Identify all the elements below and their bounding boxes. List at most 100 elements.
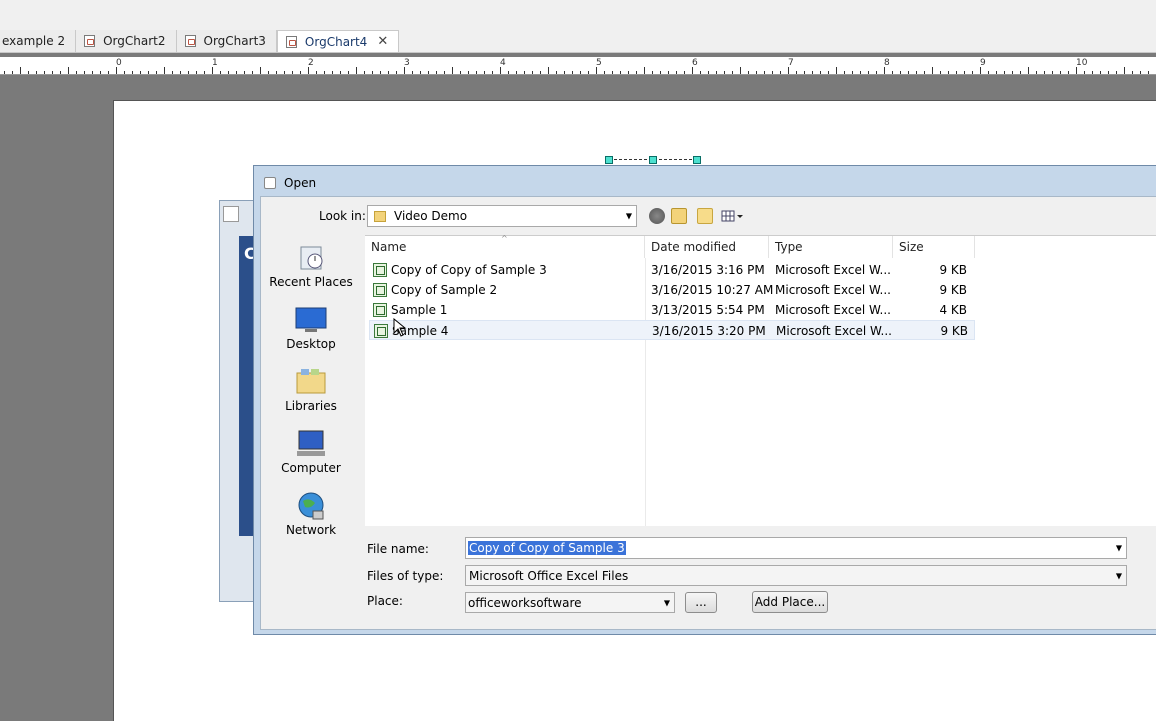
tab-orgchart3[interactable]: OrgChart3 <box>176 30 277 52</box>
ruler-tick <box>980 67 981 74</box>
tab-label: OrgChart3 <box>203 34 266 48</box>
ruler-tick <box>1132 71 1133 74</box>
ruler-tick <box>220 71 221 74</box>
file-row[interactable]: Sample 1 3/13/2015 5:54 PM Microsoft Exc… <box>369 300 975 320</box>
ruler-tick <box>652 71 653 74</box>
ruler-tick <box>316 71 317 74</box>
ruler-tick <box>508 71 509 74</box>
place-libraries[interactable]: Libraries <box>265 367 357 413</box>
ruler-tick <box>1100 71 1101 74</box>
place-value: officeworksoftware <box>468 595 582 610</box>
close-tab-icon[interactable]: ✕ <box>377 34 388 49</box>
look-in-label: Look in: <box>319 209 366 223</box>
ruler-tick <box>1036 71 1037 74</box>
ruler-tick <box>524 71 525 74</box>
dialog-icon <box>264 177 276 189</box>
ruler-tick <box>860 71 861 74</box>
ruler-tick <box>20 67 21 74</box>
ruler-tick <box>308 67 309 74</box>
ruler-tick <box>124 71 125 74</box>
tab-label: OrgChart4 <box>304 34 368 49</box>
ruler-tick <box>612 71 613 74</box>
ruler-tick <box>756 71 757 74</box>
place-network[interactable]: Network <box>265 491 357 537</box>
ruler-tick <box>804 71 805 74</box>
ruler-tick <box>436 71 437 74</box>
ruler-tick <box>628 71 629 74</box>
browse-place-button[interactable]: ... <box>685 592 717 613</box>
column-header-type[interactable]: Type <box>769 236 893 258</box>
view-menu-icon[interactable] <box>721 208 745 224</box>
tab-example-2[interactable]: example 2 <box>0 30 77 52</box>
dialog-title-bar[interactable]: Open <box>264 176 316 190</box>
tab-orgchart4[interactable]: OrgChart4 ✕ <box>276 30 400 52</box>
place-label: Recent Places <box>269 275 353 289</box>
files-of-type-dropdown[interactable]: Microsoft Office Excel Files ▼ <box>465 565 1127 586</box>
selection-handle[interactable] <box>605 156 613 164</box>
ruler-tick <box>420 71 421 74</box>
ruler-number: 7 <box>788 58 794 68</box>
ruler-tick <box>276 71 277 74</box>
chevron-down-icon: ▼ <box>625 211 632 221</box>
ruler-tick <box>164 67 165 74</box>
ruler-tick <box>916 71 917 74</box>
files-of-type-label: Files of type: <box>367 569 444 583</box>
window-icon <box>223 206 239 222</box>
ruler-tick <box>604 71 605 74</box>
add-place-button[interactable]: Add Place... <box>752 591 828 613</box>
ruler-tick <box>148 71 149 74</box>
selection-handle[interactable] <box>649 156 657 164</box>
file-row[interactable]: Copy of Copy of Sample 3 3/16/2015 3:16 … <box>369 260 975 280</box>
ruler-tick <box>588 71 589 74</box>
file-list[interactable]: Name ^ Date modified Type Size Copy of C… <box>365 234 1156 526</box>
up-folder-icon[interactable] <box>671 208 687 224</box>
ruler-tick <box>556 71 557 74</box>
tab-orgchart2[interactable]: OrgChart2 <box>76 30 177 52</box>
ruler-tick <box>476 71 477 74</box>
tab-label: example 2 <box>2 34 66 48</box>
ruler-tick <box>924 71 925 74</box>
excel-file-icon <box>373 263 387 277</box>
column-header-size[interactable]: Size <box>893 236 975 258</box>
ruler-tick <box>644 67 645 74</box>
file-name-field[interactable]: Copy of Copy of Sample 3 ▼ <box>465 537 1127 559</box>
ruler-tick <box>84 71 85 74</box>
ruler-tick <box>36 71 37 74</box>
ruler-tick <box>548 67 549 74</box>
dialog-body: Look in: Video Demo ▼ Recent Places Desk… <box>260 196 1156 630</box>
ruler-tick <box>388 71 389 74</box>
ruler-tick <box>1084 71 1085 74</box>
place-computer[interactable]: Computer <box>265 429 357 475</box>
look-in-dropdown[interactable]: Video Demo ▼ <box>367 205 637 227</box>
place-dropdown[interactable]: officeworksoftware ▼ <box>465 592 675 613</box>
ruler-tick <box>788 67 789 74</box>
new-folder-icon[interactable] <box>697 208 713 224</box>
selection-handle[interactable] <box>693 156 701 164</box>
horizontal-ruler[interactable]: 0 1 2 3 4 5 6 7 8 9 10 <box>0 57 1156 75</box>
back-icon[interactable] <box>649 208 665 224</box>
place-desktop[interactable]: Desktop <box>265 305 357 351</box>
ruler-tick <box>1068 71 1069 74</box>
place-label: Desktop <box>286 337 336 351</box>
ruler-number: 0 <box>116 58 122 68</box>
file-row[interactable]: Sample 4 3/16/2015 3:20 PM Microsoft Exc… <box>369 320 975 340</box>
ruler-tick <box>12 71 13 74</box>
ruler-tick <box>484 71 485 74</box>
ruler-tick <box>620 71 621 74</box>
ruler-tick <box>516 71 517 74</box>
ruler-tick <box>708 71 709 74</box>
place-recent-places[interactable]: Recent Places <box>265 243 357 289</box>
excel-file-icon <box>374 324 388 338</box>
ruler-tick <box>108 71 109 74</box>
open-dialog: Open Look in: Video Demo ▼ Recent Places <box>253 165 1156 635</box>
dialog-title: Open <box>284 176 317 190</box>
ruler-tick <box>964 71 965 74</box>
place-label: Network <box>285 523 337 537</box>
file-row[interactable]: Copy of Sample 2 3/16/2015 10:27 AM Micr… <box>369 280 975 300</box>
chevron-down-icon[interactable]: ▼ <box>1116 544 1122 553</box>
ruler-tick <box>580 71 581 74</box>
look-in-value: Video Demo <box>394 209 468 223</box>
ruler-tick <box>140 71 141 74</box>
document-tabs: example 2 OrgChart2 OrgChart3 OrgChart4 … <box>0 30 400 52</box>
column-header-date-modified[interactable]: Date modified <box>645 236 769 258</box>
